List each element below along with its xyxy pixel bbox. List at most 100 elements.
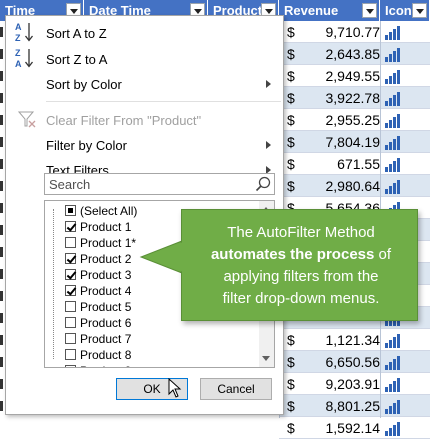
checkbox[interactable] bbox=[65, 237, 76, 248]
table-row[interactable]: $7,804.19 bbox=[279, 131, 430, 153]
signal-bar bbox=[385, 167, 388, 172]
tree-connector bbox=[53, 209, 54, 359]
icon-filter-dropdown-button[interactable] bbox=[412, 3, 427, 18]
sort-a-to-z-item[interactable]: A Z Sort A to Z bbox=[6, 21, 283, 45]
table-row[interactable]: $2,949.55 bbox=[279, 65, 430, 87]
checkbox[interactable] bbox=[65, 221, 76, 232]
checkbox[interactable] bbox=[65, 285, 76, 296]
clear-filter-icon bbox=[18, 111, 36, 128]
signal-bars-icon bbox=[385, 157, 405, 172]
revenue-value: 671.55 bbox=[337, 156, 380, 172]
signal-bar bbox=[393, 403, 396, 414]
signal-bar bbox=[397, 26, 400, 40]
callout-bold-text: automates the process bbox=[210, 246, 375, 263]
scroll-down-icon[interactable] bbox=[262, 356, 270, 361]
mouse-cursor-icon bbox=[168, 378, 182, 398]
table-row[interactable]: $3,922.78 bbox=[279, 87, 430, 109]
sort-by-color-item[interactable]: Sort by Color bbox=[6, 72, 283, 96]
revenue-value: 2,980.64 bbox=[325, 178, 381, 194]
signal-bar bbox=[393, 359, 396, 370]
table-row[interactable]: $671.55 bbox=[279, 153, 430, 175]
signal-bar bbox=[389, 120, 392, 128]
table-row[interactable]: $1,592.14 bbox=[279, 417, 430, 439]
signal-bar bbox=[385, 101, 388, 106]
signal-bars-icon bbox=[385, 25, 405, 40]
signal-bar bbox=[389, 340, 392, 348]
sort-z-to-a-label: Sort Z to A bbox=[46, 52, 108, 67]
filter-by-color-item[interactable]: Filter by Color bbox=[6, 133, 283, 157]
signal-bars-icon bbox=[385, 179, 405, 194]
signal-bars-icon bbox=[385, 69, 405, 84]
header-revenue: Revenue bbox=[279, 0, 380, 21]
revenue-value: 8,801.25 bbox=[325, 398, 381, 414]
table-row[interactable]: $2,980.64 bbox=[279, 175, 430, 197]
svg-text:A: A bbox=[15, 22, 22, 32]
filter-item-label: Product 2 bbox=[80, 252, 132, 266]
sort-a-to-z-label: Sort A to Z bbox=[46, 26, 107, 41]
table-row[interactable]: $8,801.25 bbox=[279, 395, 430, 417]
table-row[interactable]: $9,203.91 bbox=[279, 373, 430, 395]
checkbox[interactable] bbox=[65, 205, 76, 216]
filter-item-label: Product 5 bbox=[80, 300, 132, 314]
revenue-value: 2,949.55 bbox=[325, 68, 381, 84]
signal-bars-icon bbox=[385, 91, 405, 106]
signal-bar bbox=[389, 142, 392, 150]
signal-bar bbox=[393, 117, 396, 128]
checkbox[interactable] bbox=[65, 365, 76, 367]
callout-line-2-rest: of bbox=[374, 246, 392, 263]
checkbox[interactable] bbox=[65, 317, 76, 328]
currency-symbol: $ bbox=[287, 420, 295, 436]
table-row[interactable]: $1,121.34 bbox=[279, 329, 430, 351]
checkbox[interactable] bbox=[65, 253, 76, 264]
filter-by-color-label: Filter by Color bbox=[46, 138, 127, 153]
signal-bars-icon bbox=[385, 47, 405, 62]
signal-bar bbox=[389, 186, 392, 194]
signal-bar bbox=[397, 70, 400, 84]
revenue-value: 6,650.56 bbox=[325, 354, 381, 370]
signal-bar bbox=[393, 381, 396, 392]
signal-bar bbox=[393, 183, 396, 194]
signal-bar bbox=[397, 378, 400, 392]
signal-bar bbox=[389, 362, 392, 370]
revenue-value: 9,203.91 bbox=[325, 376, 381, 392]
filter-item-label: Product 6 bbox=[80, 316, 132, 330]
cancel-button[interactable]: Cancel bbox=[200, 378, 272, 400]
checkbox[interactable] bbox=[65, 333, 76, 344]
signal-bar bbox=[397, 136, 400, 150]
signal-bar bbox=[393, 161, 396, 172]
filter-item-label: Product 1* bbox=[80, 236, 137, 250]
revenue-filter-dropdown-button[interactable] bbox=[362, 3, 377, 18]
svg-text:Z: Z bbox=[15, 48, 21, 58]
checkbox[interactable] bbox=[65, 269, 76, 280]
currency-symbol: $ bbox=[287, 354, 295, 370]
revenue-value: 9,710.77 bbox=[325, 24, 381, 40]
checkbox[interactable] bbox=[65, 349, 76, 360]
checkbox[interactable] bbox=[65, 301, 76, 312]
sort-z-to-a-item[interactable]: Z A Sort Z to A bbox=[6, 47, 283, 71]
currency-symbol: $ bbox=[287, 68, 295, 84]
signal-bar bbox=[393, 95, 396, 106]
signal-bar bbox=[389, 32, 392, 40]
signal-bar bbox=[389, 428, 392, 436]
signal-bar bbox=[385, 387, 388, 392]
sort-by-color-label: Sort by Color bbox=[46, 77, 122, 92]
signal-bars-icon bbox=[385, 421, 405, 436]
revenue-value: 2,643.85 bbox=[325, 46, 381, 62]
table-row[interactable]: $2,643.85 bbox=[279, 43, 430, 65]
revenue-value: 7,804.19 bbox=[325, 134, 381, 150]
signal-bar bbox=[385, 431, 388, 436]
currency-symbol: $ bbox=[287, 46, 295, 62]
callout-line-4: filter drop-down menus. bbox=[222, 290, 380, 307]
search-input[interactable]: Search bbox=[44, 173, 275, 195]
signal-bar bbox=[397, 400, 400, 414]
currency-symbol: $ bbox=[287, 134, 295, 150]
table-row[interactable]: $6,650.56 bbox=[279, 351, 430, 373]
signal-bar bbox=[389, 98, 392, 106]
table-row[interactable]: $2,955.25 bbox=[279, 109, 430, 131]
signal-bars-icon bbox=[385, 377, 405, 392]
signal-bars-icon bbox=[385, 113, 405, 128]
table-row[interactable]: $9,710.77 bbox=[279, 21, 430, 43]
signal-bar bbox=[385, 189, 388, 194]
header-revenue-label: Revenue bbox=[284, 3, 339, 18]
signal-bar bbox=[385, 365, 388, 370]
